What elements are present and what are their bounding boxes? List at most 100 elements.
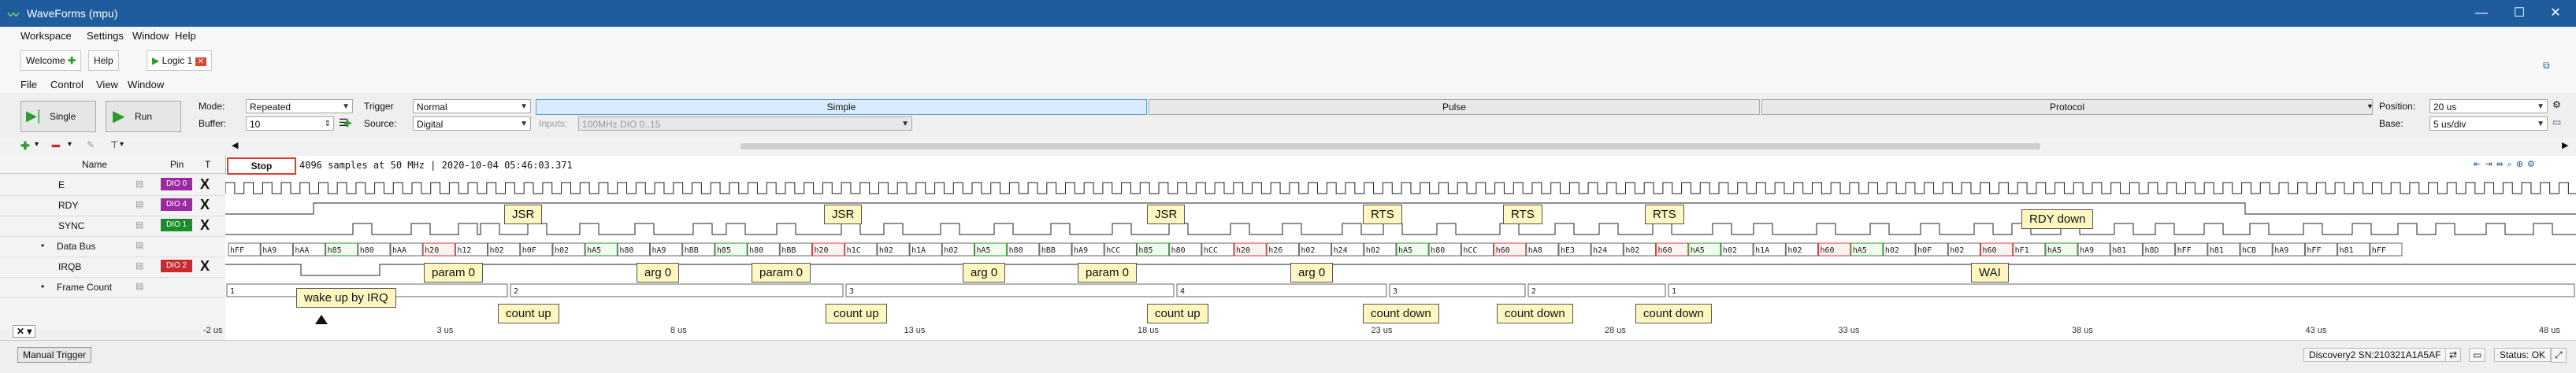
mode-select[interactable]: Repeated ▼ [246, 99, 353, 113]
menu-view[interactable]: View [96, 79, 118, 90]
zoom-reset-icon[interactable]: ⊕ [2516, 160, 2527, 169]
pin-badge[interactable]: DIO 2 [161, 260, 192, 272]
trigger-mode-select[interactable]: Normal ▼ [413, 99, 531, 113]
tab-welcome[interactable]: Welcome ✚ [20, 50, 82, 71]
minimize-button[interactable]: — [2466, 4, 2497, 23]
edit-icon[interactable]: ✎ [87, 139, 95, 150]
channel-settings-icon[interactable]: ▤ [135, 281, 143, 291]
tab-logic[interactable]: ▶ Logic 1 ✕ [147, 50, 213, 71]
chevron-down-icon: ▼ [520, 120, 528, 128]
menu-workspace[interactable]: Workspace [20, 30, 72, 42]
channel-row[interactable]: RDY ▤ DIO 4 X [0, 195, 225, 216]
frame-count-value: 3 [849, 287, 854, 296]
expand-icon[interactable]: ⤢ [2551, 348, 2567, 363]
channel-settings-icon[interactable]: ▤ [135, 240, 143, 250]
buffer-label: Buffer: [199, 118, 227, 129]
trigger-none-icon[interactable]: X [200, 197, 210, 213]
menu-file[interactable]: File [20, 79, 37, 90]
close-button[interactable]: ✕ [2540, 4, 2571, 23]
trigger-none-icon[interactable]: X [200, 176, 210, 193]
chevron-down-icon[interactable]: ▼ [2366, 102, 2374, 110]
channel-settings-icon[interactable]: ▤ [135, 260, 143, 271]
add-trigger-icon[interactable]: ✚ [343, 118, 351, 129]
tab-help[interactable]: Help [88, 50, 119, 71]
tab-protocol[interactable]: Protocol [1761, 99, 2373, 115]
run-button[interactable]: ▶ Run [106, 101, 181, 132]
data-bus-value: h0F [1917, 246, 1932, 255]
pin-badge[interactable]: DIO 0 [161, 178, 192, 190]
channel-row[interactable]: • Frame Count ▤ [0, 277, 225, 298]
maximize-button[interactable]: ☐ [2504, 4, 2535, 23]
cursor-icon[interactable]: ⇥ [2485, 160, 2496, 169]
device-menu-icon[interactable]: ⇄ [2445, 348, 2462, 362]
add-icon[interactable]: ✚ [68, 55, 76, 66]
menu-window[interactable]: Window [132, 30, 169, 42]
data-bus-callout: JSR [824, 205, 863, 224]
channel-row[interactable]: • Data Bus ▤ [0, 236, 225, 257]
pin-badge[interactable]: DIO 1 [161, 219, 192, 231]
measure-icon[interactable]: ⇹ [2496, 160, 2507, 169]
cursor-icon[interactable]: ⇤ [2474, 160, 2485, 169]
device-label[interactable]: Discovery2 SN:210321A1A5AF [2303, 348, 2447, 362]
chevron-down-icon[interactable]: ▾ [120, 140, 124, 149]
channel-settings-icon[interactable]: ▤ [135, 220, 143, 230]
tools-icon[interactable]: ⊤ [110, 139, 118, 150]
chevron-down-icon[interactable]: ▾ [35, 140, 39, 149]
trigger-none-icon[interactable]: X [200, 217, 210, 234]
channel-settings-icon[interactable]: ▤ [135, 179, 143, 189]
scroll-left-icon[interactable]: ◀ [232, 140, 238, 150]
settings-icon[interactable]: ⚙ [2527, 160, 2539, 169]
close-tab-icon[interactable]: ✕ [195, 57, 207, 66]
time-tick-label: 38 us [2072, 326, 2093, 335]
data-bus-value: h80 [1171, 246, 1186, 255]
stepper-icon[interactable]: ⇕ [325, 117, 331, 131]
menu-window-2[interactable]: Window [128, 79, 164, 90]
source-select[interactable]: Digital ▼ [413, 116, 531, 131]
pin-badge[interactable]: DIO 4 [161, 198, 192, 211]
data-bus-value: h24 [1593, 246, 1607, 255]
trigger-label: Trigger [364, 101, 394, 112]
menu-control[interactable]: Control [50, 79, 84, 90]
horizontal-scrollbar[interactable] [741, 143, 2040, 150]
data-bus-value: h1A [911, 246, 926, 255]
scroll-right-icon[interactable]: ▶ [2562, 140, 2568, 150]
title-bar: 〰 WaveForms (mpu) — ☐ ✕ [0, 0, 2576, 27]
single-button[interactable]: ▶| Single [20, 101, 96, 132]
position-input[interactable]: 20 us ▼ [2429, 99, 2548, 113]
zoom-icon[interactable]: ▭ [2552, 116, 2561, 127]
plot-tools[interactable]: ⇤⇥⇹⌕⊕⚙ [2474, 159, 2539, 170]
mode-label: Mode: [199, 101, 225, 112]
settings-icon[interactable]: ⚙ [2552, 99, 2561, 110]
zoom-icon[interactable]: ⌕ [2507, 160, 2516, 169]
tab-pulse[interactable]: Pulse [1149, 99, 1760, 115]
add-channel-icon[interactable]: ✚ [20, 139, 30, 153]
buffer-value: 10 [250, 119, 261, 130]
menu-help[interactable]: Help [175, 30, 196, 42]
data-bus-value: hCC [1204, 246, 1218, 255]
channel-row[interactable]: E ▤ DIO 0 X [0, 175, 225, 196]
expand-icon[interactable]: • [41, 281, 44, 292]
base-select[interactable]: 5 us/div ▼ [2429, 116, 2548, 131]
channel-row[interactable]: IRQB ▤ DIO 2 X [0, 257, 225, 278]
trigger-none-icon[interactable]: X [200, 258, 210, 275]
remove-channel-icon[interactable]: ━ [52, 138, 60, 154]
run-label: Run [135, 111, 153, 122]
data-bus-value: h1C [847, 246, 861, 255]
count-callout: count down [1363, 304, 1439, 323]
device-settings-icon[interactable]: ▭ [2469, 348, 2486, 362]
chevron-down-icon[interactable]: ▾ [68, 140, 72, 149]
irqb-trace [225, 264, 2576, 276]
tab-logic-label: Logic 1 [161, 55, 193, 66]
channel-row[interactable]: SYNC ▤ DIO 1 X [0, 216, 225, 237]
axis-options-button[interactable]: ✕ ▾ [13, 325, 36, 338]
menu-settings[interactable]: Settings [87, 30, 124, 42]
manual-trigger-button[interactable]: Manual Trigger [17, 347, 92, 363]
buffer-input[interactable]: 10 ⇕ [246, 116, 334, 131]
channel-settings-icon[interactable]: ▤ [135, 199, 143, 209]
param-callout: arg 0 [963, 263, 1006, 283]
tab-simple[interactable]: Simple [536, 99, 1147, 115]
data-bus-value: hA5 [587, 246, 601, 255]
expand-icon[interactable]: • [41, 240, 44, 251]
window-restore-icon[interactable]: ⧉ [2543, 60, 2550, 72]
main-menu-bar: Workspace Settings Window Help [0, 27, 2576, 45]
